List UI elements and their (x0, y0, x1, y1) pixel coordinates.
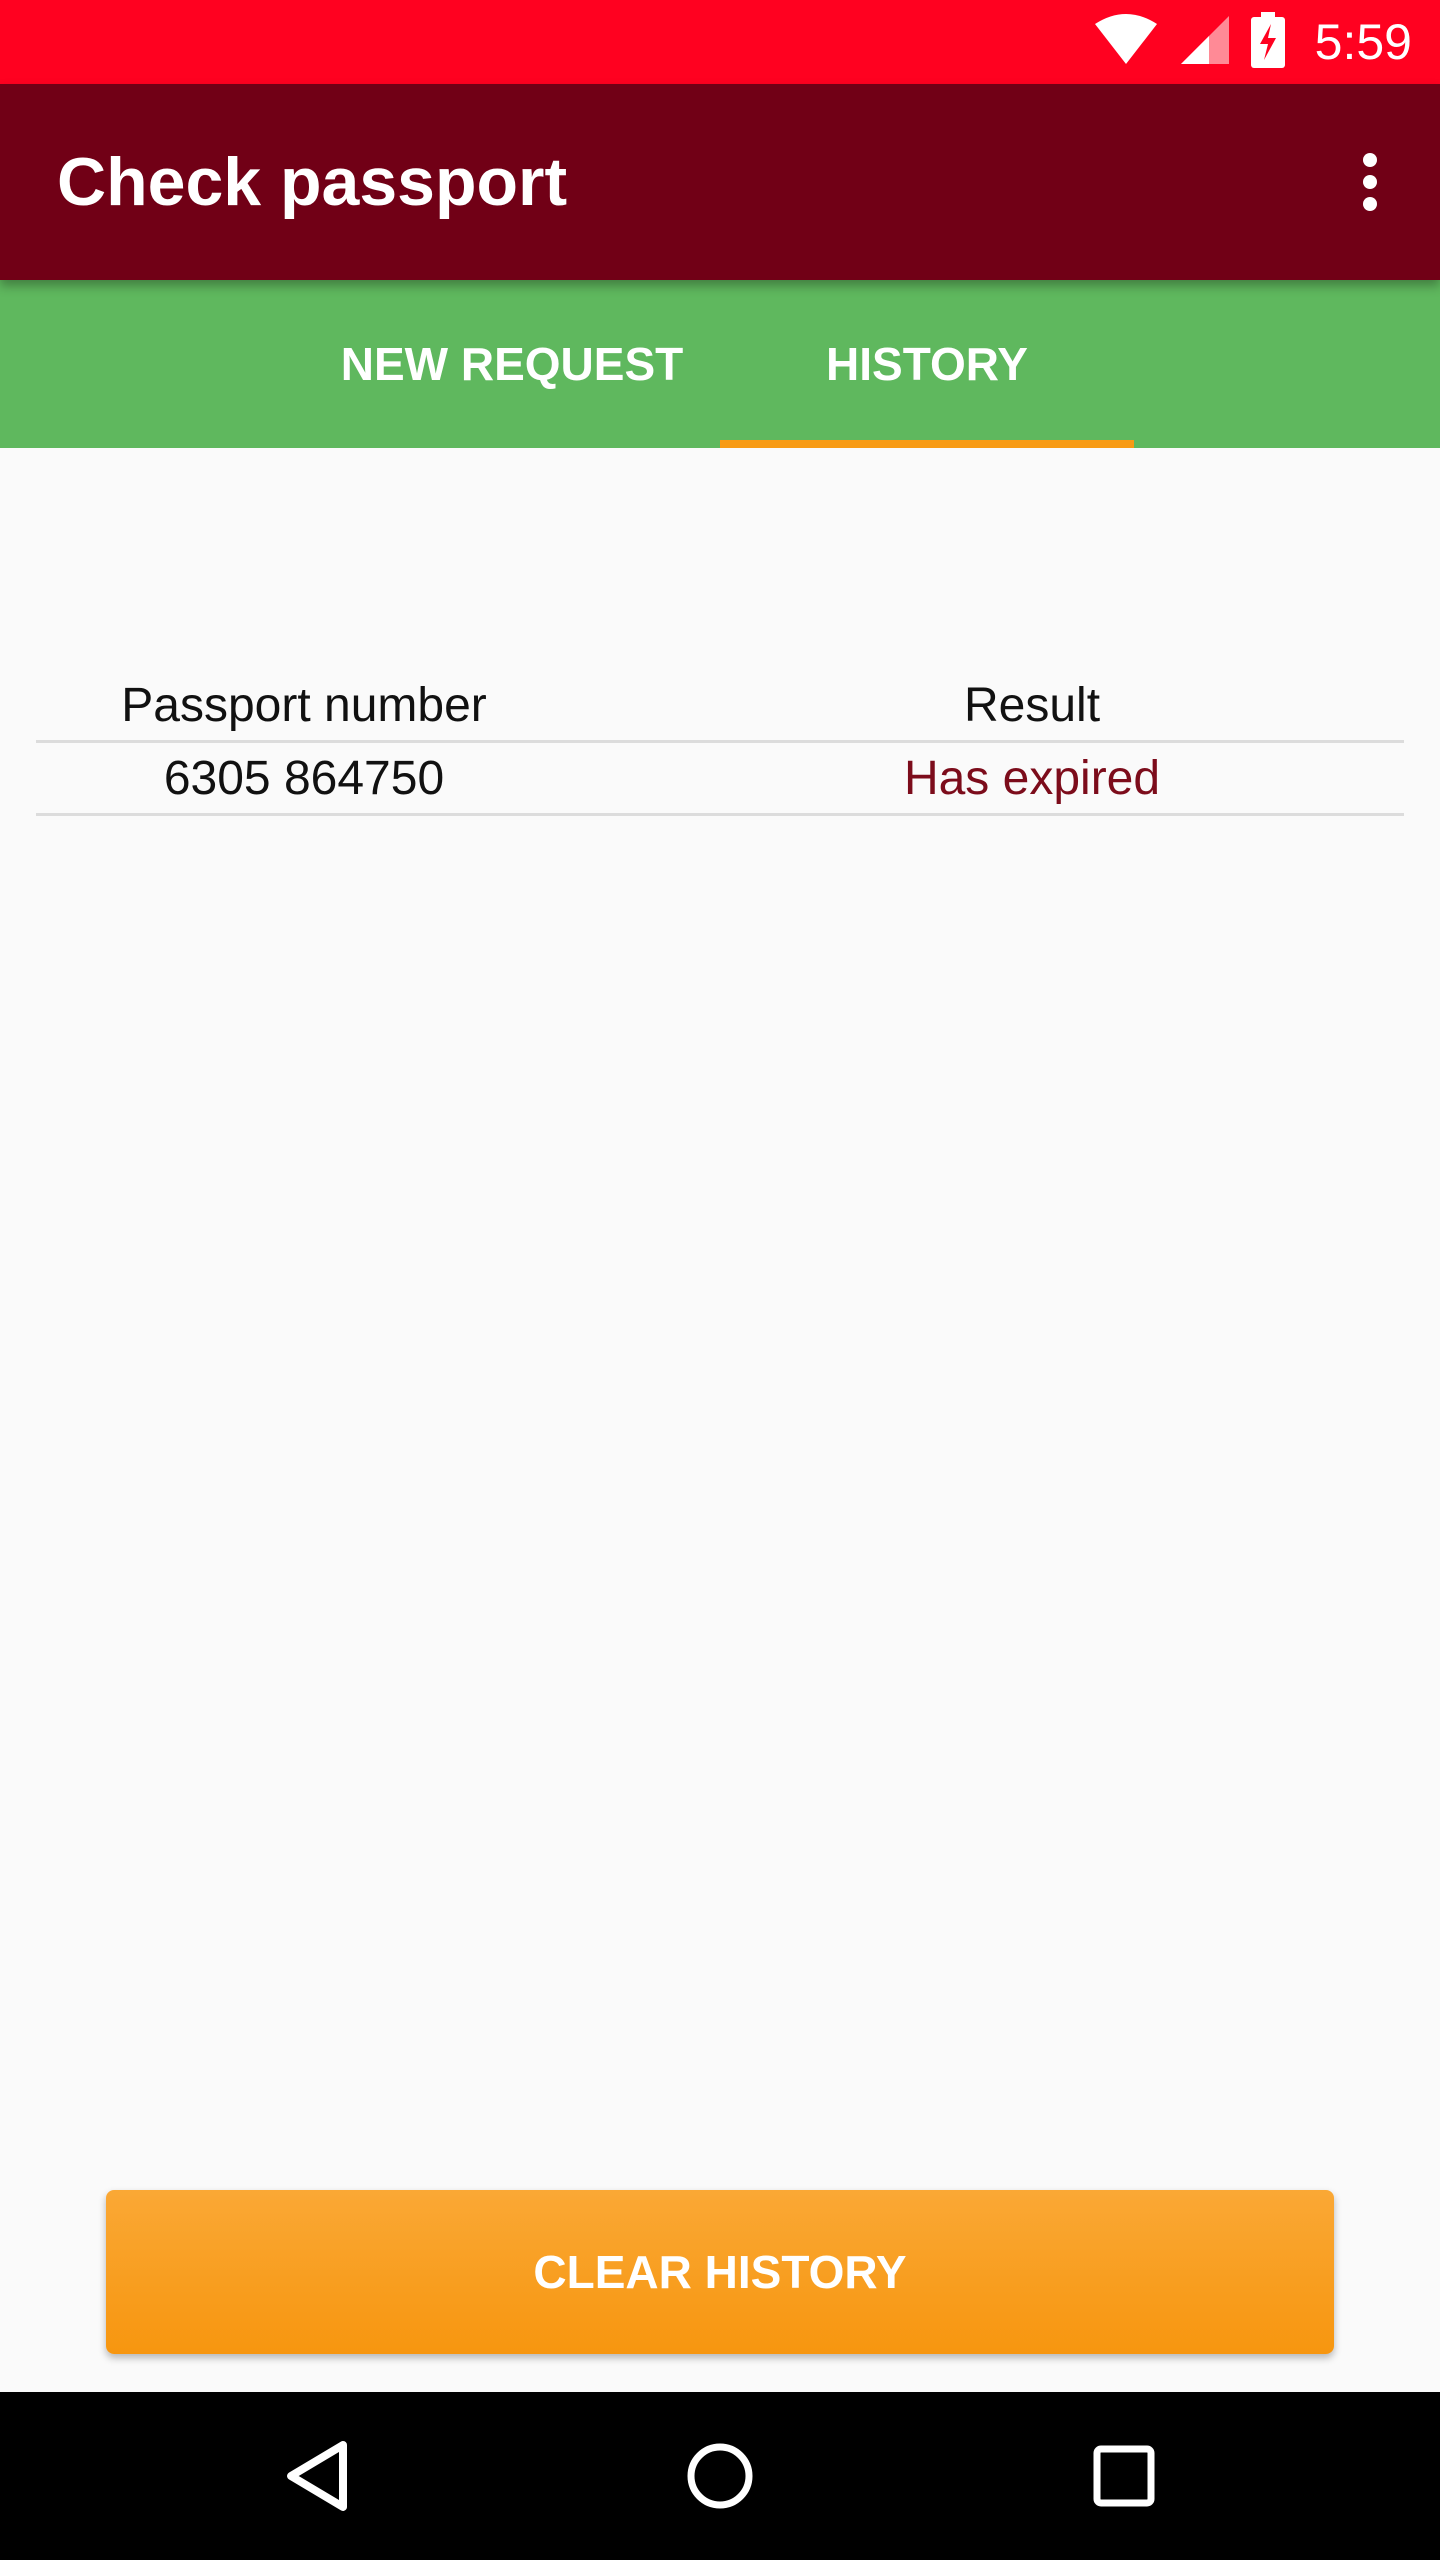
status-time: 5:59 (1314, 14, 1412, 70)
header-passport-number: Passport number (121, 678, 487, 732)
navigation-bar (0, 2392, 1440, 2560)
status-icons: 5:59 (1093, 0, 1412, 84)
tab-new-request[interactable]: NEW REQUEST (302, 280, 722, 448)
app-title: Check passport (57, 144, 568, 220)
more-vert-icon[interactable] (1330, 142, 1410, 222)
tab-bar: NEW REQUEST HISTORY (0, 280, 1440, 448)
wifi-icon (1093, 13, 1159, 71)
clear-history-button[interactable]: CLEAR HISTORY (106, 2190, 1334, 2354)
battery-charging-icon (1250, 11, 1285, 73)
passport-number-cell: 6305 864750 (163, 751, 445, 805)
table-row[interactable]: 6305 864750 Has expired (36, 743, 1404, 816)
cell-signal-icon (1179, 14, 1231, 71)
app-bar: Check passport (0, 84, 1440, 280)
table-header-row: Passport number Result (36, 670, 1404, 743)
tab-selected-indicator (720, 440, 1134, 448)
result-cell: Has expired (903, 751, 1161, 805)
back-icon[interactable] (256, 2416, 376, 2536)
header-result: Result (963, 678, 1101, 732)
recent-apps-icon[interactable] (1064, 2416, 1184, 2536)
status-bar: 5:59 (0, 0, 1440, 84)
home-icon[interactable] (660, 2416, 780, 2536)
history-table: Passport number Result 6305 864750 Has e… (36, 670, 1404, 816)
tab-history[interactable]: HISTORY (720, 280, 1134, 448)
